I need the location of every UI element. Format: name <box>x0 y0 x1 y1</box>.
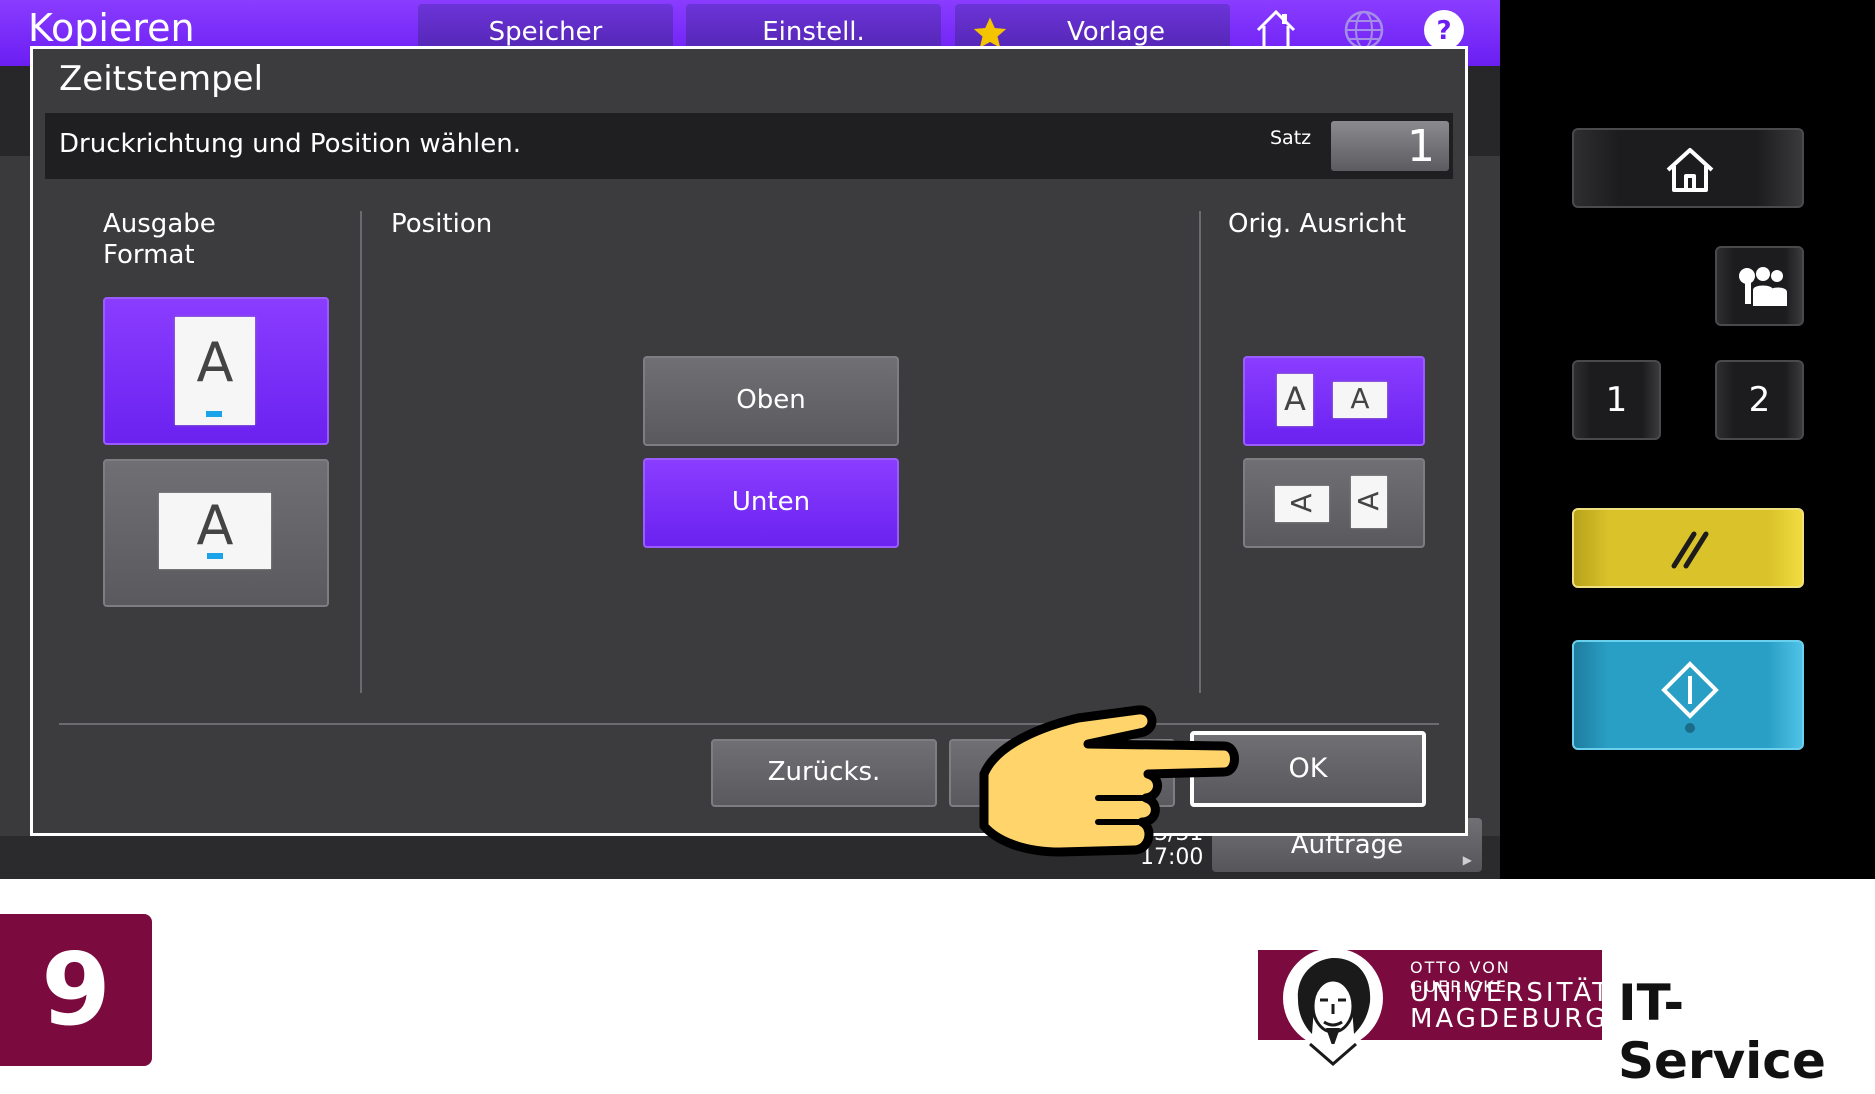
instruction-bar: Druckrichtung und Position wählen. Satz … <box>45 113 1453 179</box>
hw-user-button[interactable] <box>1715 246 1804 326</box>
upright-portrait-icon: A <box>1277 374 1313 426</box>
satz-label: Satz <box>1270 127 1312 149</box>
position-bottom-button[interactable]: Unten <box>643 458 899 548</box>
orientation-rotated-button[interactable]: A A <box>1243 458 1425 548</box>
instruction-text: Druckrichtung und Position wählen. <box>59 129 522 159</box>
hw-home-button[interactable] <box>1572 128 1804 208</box>
tab-speicher[interactable]: Speicher <box>418 4 673 50</box>
it-service-label: IT-Service <box>1618 974 1826 1090</box>
start-icon <box>1661 661 1719 733</box>
hw-key-1[interactable]: 1 <box>1572 360 1661 440</box>
orientation-heading: Orig. Ausricht <box>1228 209 1407 239</box>
upright-landscape-icon: A <box>1333 382 1387 418</box>
reset-slash-icon <box>1671 531 1709 569</box>
rotated-portrait-icon: A <box>1351 476 1387 528</box>
pointing-hand-icon <box>979 705 1239 857</box>
arrow-right-icon: ▶ <box>1462 853 1472 867</box>
output-format-heading: Ausgabe Format <box>103 209 216 270</box>
output-format-portrait-button[interactable]: A <box>103 297 329 445</box>
reset-button[interactable]: Zurücks. <box>711 739 937 807</box>
tab-einstell[interactable]: Einstell. <box>686 4 941 50</box>
logo-line-2: UNIVERSITÄT <box>1410 978 1612 1008</box>
rotated-landscape-icon: A <box>1275 486 1329 522</box>
tab-vorlage[interactable]: Vorlage <box>955 4 1230 50</box>
device-screen: Kopieren Speicher Einstell. Vorlage ? 3/… <box>0 0 1500 879</box>
timestamp-dialog: Zeitstempel Druckrichtung und Position w… <box>30 46 1468 836</box>
users-icon <box>1739 267 1787 306</box>
university-logo: OTTO VON GUERICKE UNIVERSITÄT MAGDEBURG <box>1258 948 1608 1066</box>
output-format-landscape-button[interactable]: A <box>103 459 329 607</box>
position-heading: Position <box>391 209 493 239</box>
dialog-title: Zeitstempel <box>59 59 264 99</box>
step-number-badge: 9 <box>0 914 152 1066</box>
landscape-page-icon: A <box>159 493 271 569</box>
hw-key-2[interactable]: 2 <box>1715 360 1804 440</box>
position-top-button[interactable]: Oben <box>643 356 899 446</box>
column-divider <box>1199 211 1201 693</box>
satz-value[interactable]: 1 <box>1331 121 1449 172</box>
logo-line-3: MAGDEBURG <box>1410 1004 1609 1034</box>
svg-text:?: ? <box>1436 16 1451 46</box>
hardware-panel: 1 2 <box>1500 0 1875 879</box>
portrait-page-icon: A <box>175 317 255 425</box>
hw-reset-button[interactable] <box>1572 508 1804 588</box>
app-title: Kopieren <box>28 6 195 50</box>
column-divider <box>360 211 362 693</box>
hw-start-button[interactable] <box>1572 640 1804 750</box>
orientation-upright-button[interactable]: A A <box>1243 356 1425 446</box>
guericke-portrait-icon <box>1283 948 1383 1066</box>
home-icon <box>1666 148 1714 192</box>
